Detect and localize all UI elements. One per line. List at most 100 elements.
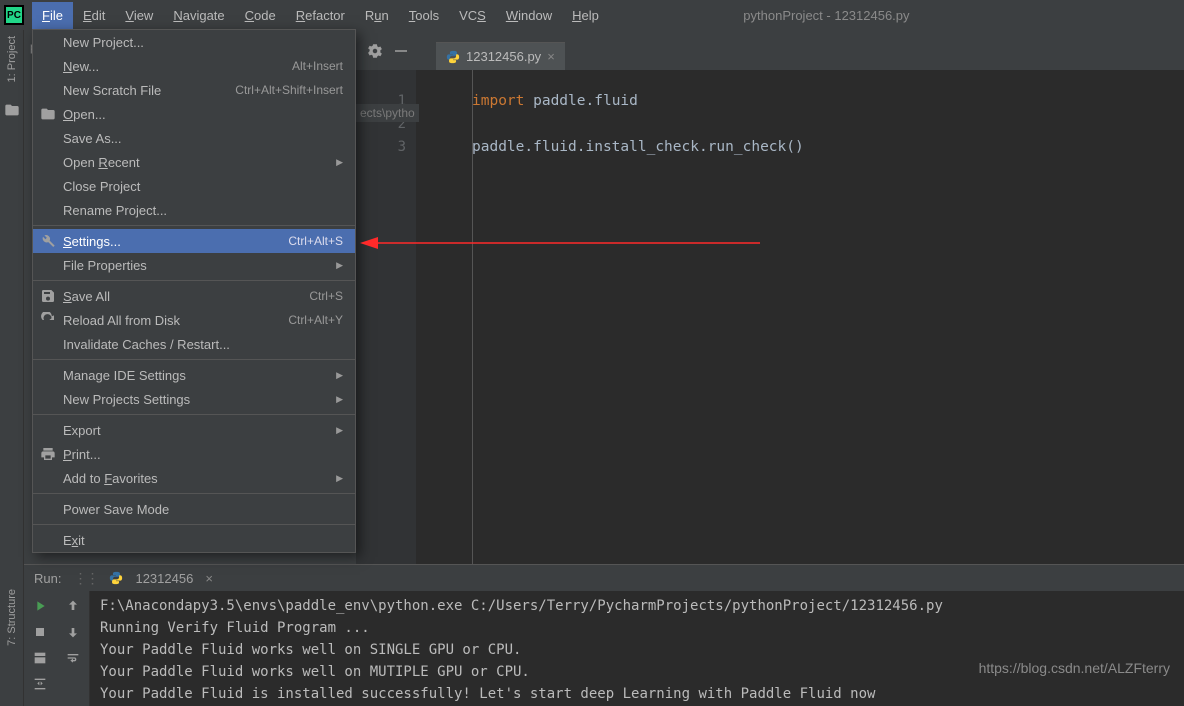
python-icon xyxy=(109,571,123,585)
menu-item-settings[interactable]: Settings... Ctrl+Alt+S xyxy=(33,229,355,253)
structure-tool-tab[interactable]: 7: Structure xyxy=(6,589,18,646)
shortcut: Ctrl+Alt+S xyxy=(288,234,343,248)
menu-item-label: Reload All from Disk xyxy=(63,313,180,328)
close-icon[interactable]: × xyxy=(547,49,555,64)
app-icon: PC xyxy=(4,5,24,25)
menu-help[interactable]: Help xyxy=(562,2,609,29)
menu-item-label: Save All xyxy=(63,289,110,304)
grip-icon[interactable]: ⋮⋮ xyxy=(73,570,97,587)
stop-icon[interactable] xyxy=(32,624,48,640)
menu-item-label: Print... xyxy=(63,447,101,462)
menu-code[interactable]: Code xyxy=(235,2,286,29)
window-title: pythonProject - 12312456.py xyxy=(609,8,1184,23)
menu-item-file-properties[interactable]: File Properties ▶ xyxy=(33,253,355,277)
editor-tab[interactable]: 12312456.py × xyxy=(436,42,565,70)
menu-item-label: File Properties xyxy=(63,258,147,273)
run-toolstrip xyxy=(24,591,90,706)
menu-item-new-scratch-file[interactable]: New Scratch FileCtrl+Alt+Shift+Insert xyxy=(33,78,355,102)
menu-item-label: Close Project xyxy=(63,179,140,194)
python-icon xyxy=(446,50,460,64)
menu-item-label: New Project... xyxy=(63,35,144,50)
code-content[interactable]: import paddle.fluid paddle.fluid.install… xyxy=(472,90,804,159)
code-text: paddle.fluid xyxy=(524,93,638,109)
file-menu-dropdown: New Project... New... Alt+Insert New Scratc… xyxy=(32,29,356,553)
menu-navigate[interactable]: Navigate xyxy=(163,2,234,29)
close-icon[interactable]: × xyxy=(205,571,213,586)
shortcut: Ctrl+Alt+Y xyxy=(288,313,343,327)
folder-icon xyxy=(40,106,56,122)
reload-icon xyxy=(40,312,56,328)
chevron-right-icon: ▶ xyxy=(336,394,343,405)
run-label: Run: xyxy=(34,571,61,586)
menu-view[interactable]: View xyxy=(115,2,163,29)
menu-item-label: New Scratch File xyxy=(63,83,161,98)
chevron-right-icon: ▶ xyxy=(336,473,343,484)
menu-item-label: Open Recent xyxy=(63,155,140,170)
gutter: 1 2 3 xyxy=(356,70,416,564)
menu-item-label: Settings... xyxy=(63,234,121,249)
wrench-icon xyxy=(40,233,56,249)
line-number: 3 xyxy=(356,136,416,159)
menu-item-label: Export xyxy=(63,423,101,438)
gear-icon[interactable] xyxy=(366,42,384,60)
menu-window[interactable]: Window xyxy=(496,2,562,29)
scroll-icon[interactable] xyxy=(32,676,48,692)
shortcut: Ctrl+S xyxy=(309,289,343,303)
menu-item-new-projects-settings[interactable]: New Projects Settings ▶ xyxy=(33,387,355,411)
run-config-name[interactable]: 12312456 xyxy=(135,571,193,586)
breadcrumb: ects\pytho xyxy=(356,104,419,122)
keyword: import xyxy=(472,93,524,109)
run-panel: Run: ⋮⋮ 12312456 × F:\Anacondapy3.5\envs… xyxy=(24,564,1184,706)
menu-tools[interactable]: Tools xyxy=(399,2,449,29)
menu-item-label: Save As... xyxy=(63,131,122,146)
editor-toolbar: 12312456.py × xyxy=(356,30,1184,70)
project-tool-tab[interactable]: 1: Project xyxy=(6,36,18,82)
menu-item-open[interactable]: Open... xyxy=(33,102,355,126)
play-icon[interactable] xyxy=(32,598,48,614)
menu-item-exit[interactable]: Exit xyxy=(33,528,355,552)
print-icon xyxy=(40,446,56,462)
left-tool-strip: 1: Project 7: Structure xyxy=(0,30,24,706)
menu-item-save-all[interactable]: Save All Ctrl+S xyxy=(33,284,355,308)
menu-item-invalidate-caches-restart[interactable]: Invalidate Caches / Restart... xyxy=(33,332,355,356)
up-icon[interactable] xyxy=(65,598,81,614)
minus-icon[interactable] xyxy=(392,42,410,60)
menu-item-add-to-favorites[interactable]: Add to Favorites ▶ xyxy=(33,466,355,490)
menu-item-new[interactable]: New... Alt+Insert xyxy=(33,54,355,78)
menu-refactor[interactable]: Refactor xyxy=(286,2,355,29)
folder-icon[interactable] xyxy=(4,102,20,118)
menu-edit[interactable]: Edit xyxy=(73,2,115,29)
menu-item-label: New... xyxy=(63,59,99,74)
menu-item-new-project[interactable]: New Project... xyxy=(33,30,355,54)
menu-item-open-recent[interactable]: Open Recent▶ xyxy=(33,150,355,174)
menu-vcs[interactable]: VCS xyxy=(449,2,496,29)
menu-item-save-as[interactable]: Save As... xyxy=(33,126,355,150)
code-text: paddle.fluid.install_check.run_check() xyxy=(472,139,804,155)
chevron-right-icon: ▶ xyxy=(336,425,343,436)
menu-item-power-save-mode[interactable]: Power Save Mode xyxy=(33,497,355,521)
chevron-right-icon: ▶ xyxy=(336,260,343,271)
menu-item-label: New Projects Settings xyxy=(63,392,190,407)
layout-icon[interactable] xyxy=(32,650,48,666)
menu-item-export[interactable]: Export ▶ xyxy=(33,418,355,442)
run-output[interactable]: F:\Anacondapy3.5\envs\paddle_env\python.… xyxy=(100,595,1174,702)
menu-item-manage-ide-settings[interactable]: Manage IDE Settings▶ xyxy=(33,363,355,387)
menu-run[interactable]: Run xyxy=(355,2,399,29)
menu-item-label: Add to Favorites xyxy=(63,471,158,486)
menu-item-label: Open... xyxy=(63,107,106,122)
menu-file[interactable]: File xyxy=(32,2,73,29)
watermark: https://blog.csdn.net/ALZFterry xyxy=(979,660,1170,676)
menu-item-reload-all-from-disk[interactable]: Reload All from Disk Ctrl+Alt+Y xyxy=(33,308,355,332)
menu-item-print[interactable]: Print... xyxy=(33,442,355,466)
shortcut: Alt+Insert xyxy=(292,59,343,73)
menu-item-label: Power Save Mode xyxy=(63,502,169,517)
menu-item-rename-project[interactable]: Rename Project... xyxy=(33,198,355,222)
editor-tab-label: 12312456.py xyxy=(466,49,541,64)
menu-item-close-project[interactable]: Close Project xyxy=(33,174,355,198)
down-icon[interactable] xyxy=(65,624,81,640)
wrap-icon[interactable] xyxy=(65,650,81,666)
menu-item-label: Invalidate Caches / Restart... xyxy=(63,337,230,352)
menu-item-label: Manage IDE Settings xyxy=(63,368,186,383)
menubar: PC FileEditViewNavigateCodeRefactorRunTo… xyxy=(0,0,1184,30)
editor-area: 12312456.py × 1 2 3 import paddle.fluid … xyxy=(356,30,1184,564)
